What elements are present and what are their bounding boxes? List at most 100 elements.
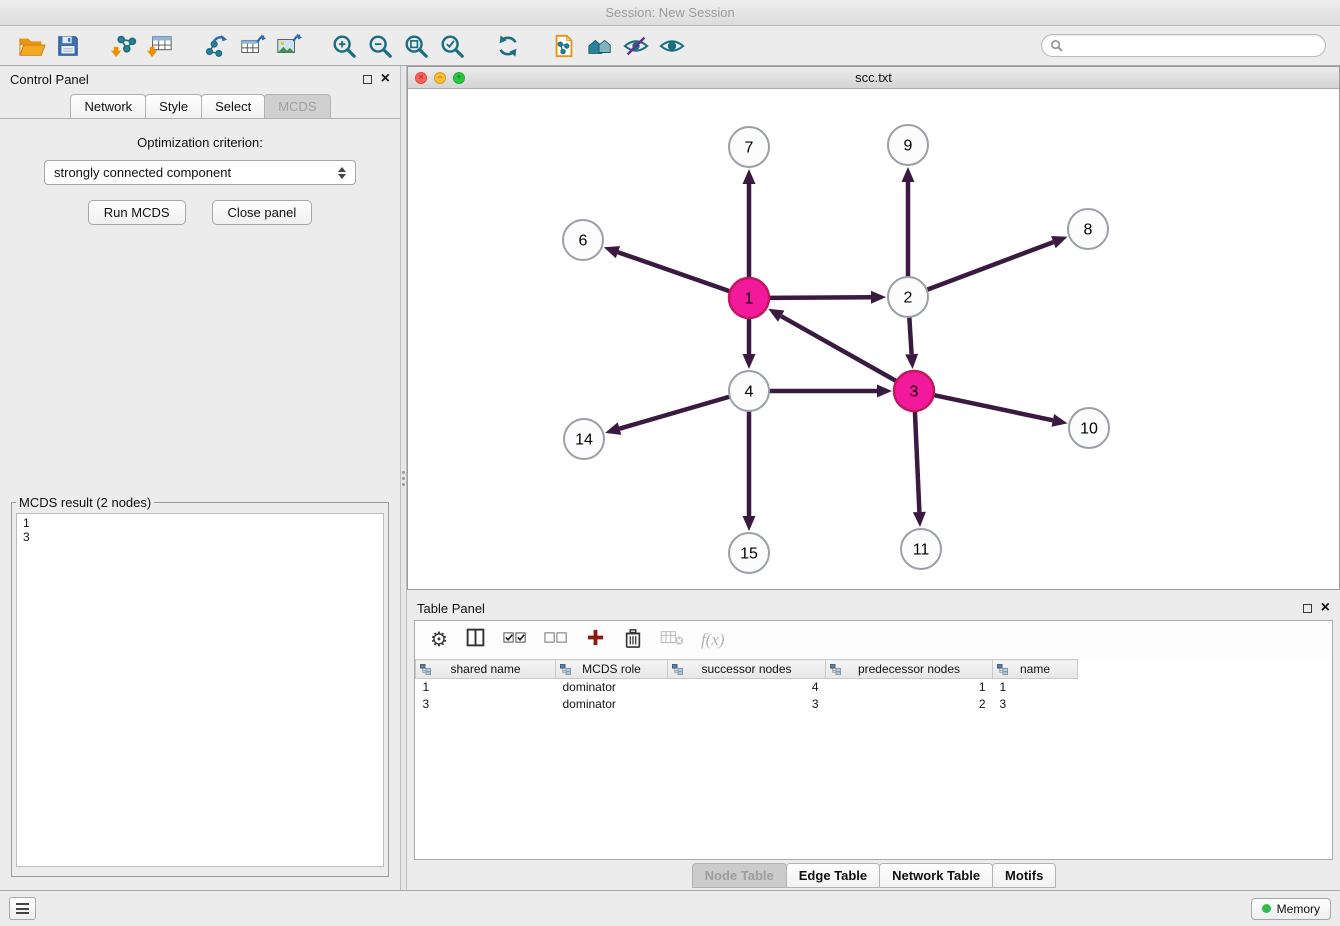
graph-node-2[interactable]: 2 (888, 277, 928, 317)
zoom-in-button[interactable] (326, 30, 362, 62)
create-column-button[interactable] (585, 627, 606, 653)
select-all-columns-button[interactable] (503, 630, 527, 650)
column-header-successor-nodes[interactable]: successor nodes (668, 660, 826, 679)
graph-edge-1-2[interactable] (769, 291, 886, 304)
table-cell[interactable]: dominator (556, 679, 668, 696)
table-cell[interactable]: 1 (993, 679, 1078, 696)
table-cell[interactable]: dominator (556, 696, 668, 713)
tab-edge-table[interactable]: Edge Table (786, 863, 880, 888)
graph-node-9[interactable]: 9 (888, 125, 928, 165)
status-menu-button[interactable] (9, 897, 36, 920)
column-header-predecessor-nodes[interactable]: predecessor nodes (826, 660, 993, 679)
maximize-window-icon[interactable]: + (453, 72, 465, 84)
graph-edge-3-1[interactable] (768, 309, 896, 381)
table-cell[interactable]: 3 (668, 696, 826, 713)
new-network-button[interactable] (546, 30, 582, 62)
tab-node-table[interactable]: Node Table (692, 863, 787, 888)
panel-splitter[interactable] (400, 66, 407, 890)
zoom-selected-button[interactable] (434, 30, 470, 62)
graph-edge-2-9[interactable] (902, 167, 915, 277)
graph-edge-1-7[interactable] (743, 169, 756, 278)
graph-node-15[interactable]: 15 (729, 533, 769, 573)
graph-node-8[interactable]: 8 (1068, 209, 1108, 249)
first-neighbors-button[interactable] (582, 30, 618, 62)
column-type-icon (420, 664, 431, 675)
delete-column-button[interactable] (660, 629, 684, 652)
memory-button[interactable]: Memory (1251, 898, 1331, 920)
deselect-all-columns-button[interactable] (544, 630, 568, 650)
refresh-icon (495, 33, 521, 59)
close-window-icon[interactable]: × (415, 72, 427, 84)
svg-text:3: 3 (910, 384, 919, 401)
table-panel: Table Panel × ⚙ (407, 596, 1340, 890)
graph-node-7[interactable]: 7 (729, 127, 769, 167)
zoom-fit-button[interactable] (398, 30, 434, 62)
column-header-shared-name[interactable]: shared name (416, 660, 556, 679)
show-columns-button[interactable] (465, 627, 486, 653)
hide-selected-button[interactable] (618, 30, 654, 62)
graph-edge-1-4[interactable] (743, 318, 756, 369)
tab-style[interactable]: Style (145, 94, 202, 118)
run-mcds-button[interactable]: Run MCDS (88, 200, 186, 225)
table-settings-button[interactable]: ⚙ (430, 630, 448, 650)
trash-icon (623, 627, 643, 649)
network-graph[interactable]: 7 9 6 8 1 2 4 3 14 10 15 11 (408, 89, 1339, 589)
minimize-window-icon[interactable]: − (434, 72, 446, 84)
tab-motifs[interactable]: Motifs (992, 863, 1056, 888)
criterion-dropdown[interactable]: strongly connected component (44, 160, 356, 185)
graph-edge-2-3[interactable] (905, 317, 918, 369)
delete-row-button[interactable] (623, 627, 643, 654)
import-network-button[interactable] (106, 30, 142, 62)
table-cell[interactable]: 1 (416, 679, 556, 696)
tab-select[interactable]: Select (201, 94, 265, 118)
float-table-panel-icon[interactable] (1303, 604, 1312, 613)
close-panel-button[interactable]: Close panel (212, 200, 313, 225)
tab-mcds[interactable]: MCDS (264, 94, 330, 118)
column-header-name[interactable]: name (993, 660, 1078, 679)
open-session-button[interactable] (14, 30, 50, 62)
save-session-button[interactable] (50, 30, 86, 62)
graph-node-10[interactable]: 10 (1069, 408, 1109, 448)
table-cell[interactable]: 2 (826, 696, 993, 713)
graph-edge-4-14[interactable] (605, 397, 730, 435)
network-window-titlebar[interactable]: × − + scc.txt (408, 67, 1339, 89)
table-cell[interactable]: 1 (826, 679, 993, 696)
graph-edge-1-6[interactable] (604, 246, 730, 291)
table-cell[interactable]: 3 (993, 696, 1078, 713)
table-row[interactable]: 3dominator323 (416, 696, 1333, 713)
table-cell[interactable]: 4 (668, 679, 826, 696)
graph-node-1[interactable]: 1 (729, 278, 769, 318)
close-panel-icon[interactable]: × (381, 71, 390, 87)
graph-node-6[interactable]: 6 (563, 220, 603, 260)
export-image-button[interactable] (270, 30, 306, 62)
function-builder-button[interactable]: f(x) (701, 630, 725, 650)
graph-node-4[interactable]: 4 (729, 371, 769, 411)
graph-edge-3-10[interactable] (934, 395, 1068, 427)
table-cell[interactable]: 3 (416, 696, 556, 713)
zoom-out-button[interactable] (362, 30, 398, 62)
search-input[interactable] (1069, 39, 1317, 53)
float-panel-icon[interactable] (363, 75, 372, 84)
graph-edge-4-15[interactable] (743, 411, 756, 531)
export-table-button[interactable] (234, 30, 270, 62)
network-canvas[interactable]: 7 9 6 8 1 2 4 3 14 10 15 11 (408, 89, 1339, 589)
graph-edge-2-8[interactable] (927, 236, 1068, 290)
toolbar-separator (178, 45, 198, 46)
node-table[interactable]: shared nameMCDS rolesuccessor nodesprede… (415, 659, 1332, 859)
graph-node-14[interactable]: 14 (564, 419, 604, 459)
graph-node-11[interactable]: 11 (901, 529, 941, 569)
tab-network[interactable]: Network (70, 94, 146, 118)
refresh-layout-button[interactable] (490, 30, 526, 62)
export-network-button[interactable] (198, 30, 234, 62)
svg-text:6: 6 (579, 233, 588, 250)
graph-edge-3-11[interactable] (913, 411, 926, 527)
import-table-button[interactable] (142, 30, 178, 62)
table-row[interactable]: 1dominator411 (416, 679, 1333, 696)
graph-node-3[interactable]: 3 (894, 371, 934, 411)
show-details-button[interactable] (654, 30, 690, 62)
graph-edge-4-3[interactable] (769, 385, 892, 398)
tab-network-table[interactable]: Network Table (879, 863, 993, 888)
toolbar-search[interactable] (1041, 34, 1326, 57)
column-header-MCDS-role[interactable]: MCDS role (556, 660, 668, 679)
close-table-panel-icon[interactable]: × (1321, 600, 1330, 616)
